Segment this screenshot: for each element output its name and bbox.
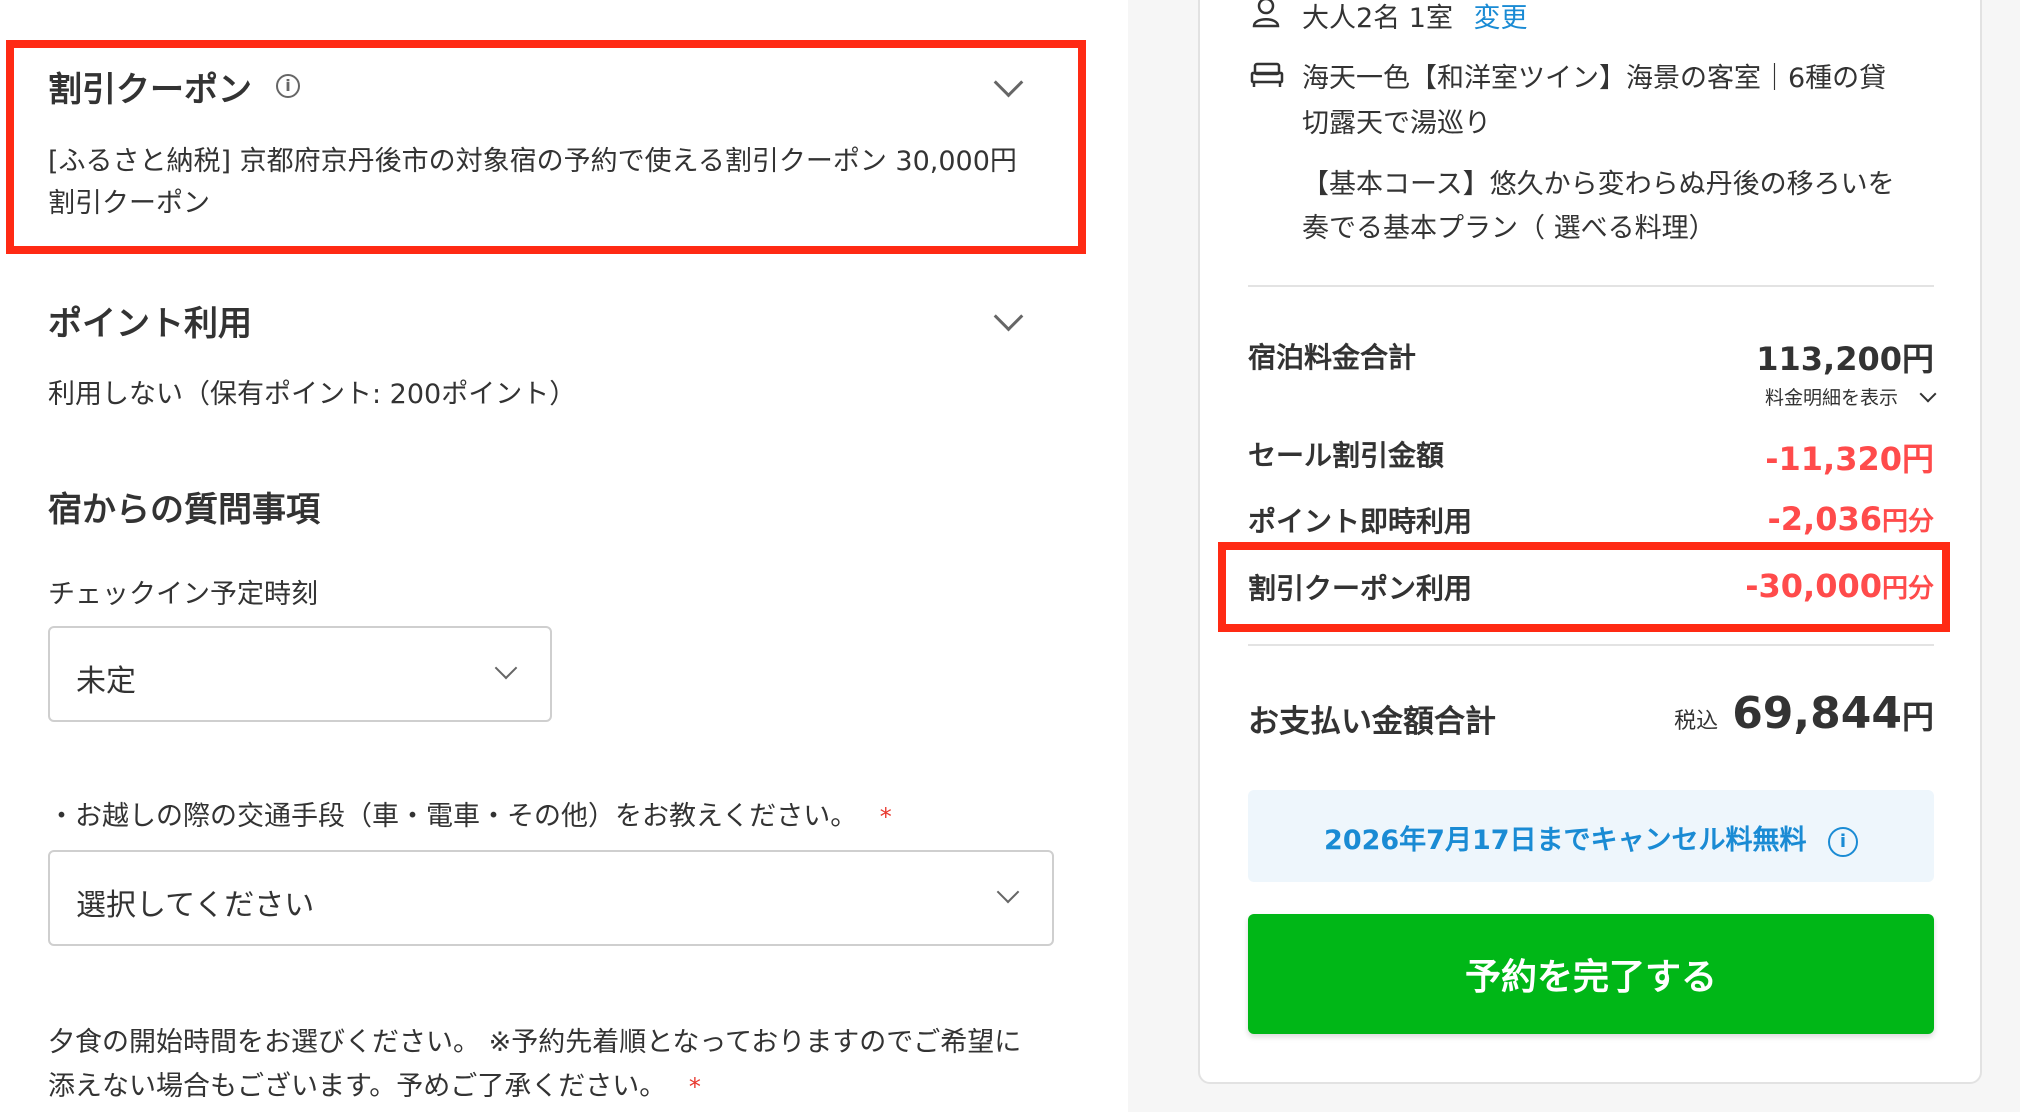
checkin-label: チェックイン予定時刻 [48, 579, 318, 610]
points-description: 利用しない（保有ポイント: 200ポイント） [48, 379, 577, 410]
coupon-usage-amount: -30,000 [1745, 567, 1882, 605]
bed-icon [1250, 62, 1284, 87]
price-breakdown-toggle[interactable]: 料金明細を表示 [1764, 383, 1937, 410]
coupon-usage-label: 割引クーポン利用 [1248, 572, 1473, 605]
point-usage-amount: -2,036 [1767, 500, 1882, 538]
room-name-line2: 切露天で湯巡り [1302, 108, 1491, 139]
divider [1248, 285, 1934, 287]
plan-name-line1: 【基本コース】悠久から変わらぬ丹後の移ろいを [1302, 169, 1895, 200]
transport-label: ・お越しの際の交通手段（車・電車・その他）をお教えください。 * [48, 794, 892, 833]
coupon-usage-value: -30,000円分 [1745, 567, 1934, 605]
transport-label-text: ・お越しの際の交通手段（車・電車・その他）をお教えください。 [48, 801, 858, 832]
info-icon[interactable]: i [1827, 826, 1858, 857]
point-usage-label: ポイント即時利用 [1248, 505, 1473, 538]
required-mark: * [879, 803, 892, 831]
transport-value: 選択してください [76, 888, 315, 923]
stay-total-value: 113,200円 [1756, 340, 1934, 378]
payment-total: 税込 69,844円 [1674, 688, 1934, 739]
chevron-down-icon[interactable] [993, 67, 1024, 98]
sale-discount-value: -11,320円 [1765, 440, 1934, 478]
coupon-section-title: 割引クーポン [48, 70, 252, 110]
coupon-description-line1: [ふるさと納税] 京都府京丹後市の対象宿の予約で使える割引クーポン 30,000… [48, 146, 1017, 177]
transport-select[interactable]: 選択してください [48, 850, 1054, 946]
sale-discount-label: セール割引金額 [1248, 439, 1445, 472]
payment-total-label: お支払い金額合計 [1248, 704, 1496, 740]
plan-name-line2: 奏でる基本プラン（ 選べる料理） [1302, 213, 1716, 244]
chevron-down-icon[interactable] [993, 301, 1024, 332]
dinner-label-line2: 添えない場合もございます。予めご了承ください。 * [48, 1064, 701, 1103]
guests-text: 大人2名 1室 [1302, 3, 1453, 34]
dinner-label-line1: 夕食の開始時間をお選びください。 ※予約先着順となっておりますのでご希望に [48, 1027, 1022, 1058]
payment-total-unit: 円 [1901, 698, 1934, 736]
price-breakdown-link: 料金明細を表示 [1764, 387, 1898, 409]
coupon-usage-unit: 円分 [1881, 574, 1934, 604]
questions-section-title: 宿からの質問事項 [48, 490, 320, 530]
stay-total-label: 宿泊料金合計 [1248, 341, 1417, 374]
tax-included-label: 税込 [1674, 709, 1719, 734]
points-section-title: ポイント利用 [48, 304, 252, 344]
booking-form: 割引クーポン i [ふるさと納税] 京都府京丹後市の対象宿の予約で使える割引クー… [0, 0, 1128, 1112]
complete-reservation-button[interactable]: 予約を完了する [1248, 914, 1934, 1034]
payment-total-value: 69,844 [1732, 688, 1902, 739]
free-cancellation-text-row: 2026年7月17日までキャンセル料無料 i [1248, 818, 1934, 857]
info-icon[interactable]: i [276, 74, 300, 98]
chevron-down-icon [494, 656, 518, 680]
guests-info: 大人2名 1室 変更 [1302, 0, 1528, 35]
required-mark: * [688, 1073, 701, 1101]
divider [1248, 644, 1934, 646]
room-name-line1: 海天一色【和洋室ツイン】海景の客室｜6種の貸 [1302, 63, 1887, 94]
chevron-down-icon [996, 880, 1020, 904]
dinner-label-line2-text: 添えない場合もございます。予めご了承ください。 [48, 1071, 667, 1102]
coupon-description-line2: 割引クーポン [48, 188, 210, 219]
person-icon [1252, 0, 1280, 28]
change-link[interactable]: 変更 [1474, 3, 1528, 34]
point-usage-value: -2,036円分 [1767, 500, 1934, 538]
checkin-time-select[interactable]: 未定 [48, 626, 552, 722]
chevron-down-icon [1919, 385, 1937, 403]
point-usage-unit: 円分 [1881, 507, 1934, 537]
free-cancellation-text: 2026年7月17日までキャンセル料無料 [1324, 825, 1807, 856]
free-cancellation-notice: 2026年7月17日までキャンセル料無料 i [1248, 790, 1934, 882]
checkin-time-value: 未定 [76, 664, 136, 699]
